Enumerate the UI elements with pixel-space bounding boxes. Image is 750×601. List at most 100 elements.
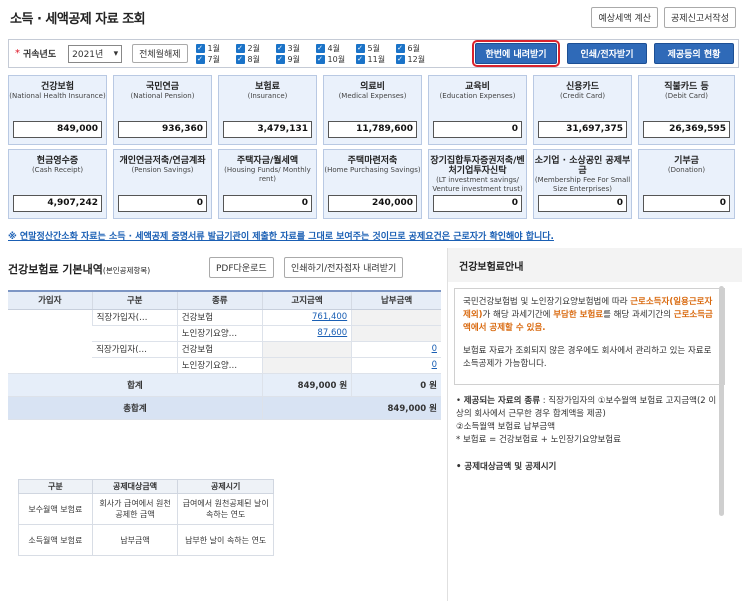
- total-row: 총합계 849,000 원: [8, 396, 441, 420]
- month-checkbox[interactable]: ✓ 4월: [315, 43, 356, 54]
- kind-cell: 건강보험: [176, 341, 263, 358]
- month-checkbox[interactable]: ✓ 3월: [275, 43, 316, 54]
- print-download-button[interactable]: 인쇄하기/전자점자 내려받기: [284, 257, 404, 278]
- checkbox-checked-icon: ✓: [355, 54, 365, 64]
- provision-status-button[interactable]: 제공등의 현황: [654, 43, 734, 64]
- card-name: 개인연금저축/연금계좌: [119, 156, 206, 166]
- billed-link[interactable]: 87,600: [317, 328, 347, 338]
- paid-link[interactable]: 0: [432, 344, 437, 354]
- card-name: 건강보험: [40, 82, 75, 92]
- year-select-value: 2021년: [72, 50, 104, 60]
- notice-text[interactable]: ※ 연말정산간소화 자료는 소득 · 세액공제 증명서류 발급기관이 제출한 자…: [8, 229, 554, 242]
- card-value: 0: [433, 195, 522, 212]
- clear-all-months-button[interactable]: 전체월해제: [132, 44, 188, 63]
- detail-title-text: 건강보험료 기본내역: [8, 263, 103, 276]
- card-value: 3,479,131: [223, 121, 312, 138]
- guide-title: 건강보험료안내: [448, 248, 742, 282]
- card-subtitle: (Membership Fee For Small Size Enterpris…: [534, 176, 631, 193]
- month-checkbox[interactable]: ✓ 7월: [195, 54, 236, 65]
- table-row: 보수월액 보험료 회사가 급여에서 원천공제한 금액 급여에서 원천공제된 날이…: [18, 493, 274, 525]
- card-subtitle: (National Health Insurance): [9, 92, 106, 100]
- month-checkbox[interactable]: ✓ 12월: [395, 54, 436, 65]
- guide-sec2-head: 공제대상금액 및 공제시기: [464, 462, 557, 472]
- deduction-card[interactable]: 교육비 (Education Expenses) 0: [428, 75, 527, 145]
- category-cell: 직장가입자(…: [92, 341, 178, 358]
- deduction-card[interactable]: 개인연금저축/연금계좌 (Pension Savings) 0: [113, 149, 212, 219]
- print-receive-button[interactable]: 인쇄/전자받기: [567, 43, 647, 64]
- guide-table-header: 구분 공제대상금액 공제시기: [18, 479, 274, 494]
- deduction-card[interactable]: 장기집합투자증권저축/벤처기업투자신탁 (LT investment saving…: [428, 149, 527, 219]
- card-name: 주택자금/월세액: [236, 156, 299, 166]
- deduction-card[interactable]: 직불카드 등 (Debit Card) 26,369,595: [638, 75, 735, 145]
- year-select[interactable]: 2021년 ▾: [68, 44, 123, 63]
- deduction-card[interactable]: 소기업 · 소상공인 공제부금 (Membership Fee For Small…: [533, 149, 632, 219]
- card-name: 보험료: [255, 82, 280, 92]
- month-checkbox[interactable]: ✓ 6월: [395, 43, 436, 54]
- card-value: 936,360: [118, 121, 207, 138]
- pdf-download-button[interactable]: PDF다운로드: [209, 257, 274, 278]
- checkbox-checked-icon: ✓: [195, 54, 205, 64]
- checkbox-checked-icon: ✓: [395, 54, 405, 64]
- month-checkbox[interactable]: ✓ 1월: [195, 43, 236, 54]
- deduction-card[interactable]: 기부금 (Donation) 0: [638, 149, 735, 219]
- deduction-card[interactable]: 보험료 (Insurance) 3,479,131: [218, 75, 317, 145]
- checkbox-checked-icon: ✓: [195, 43, 205, 53]
- deduction-card[interactable]: 주택자금/월세액 (Housing Funds/ Monthly rent) 0: [218, 149, 317, 219]
- month-label: 9월: [287, 54, 300, 64]
- card-subtitle: (Home Purchasing Savings): [324, 166, 421, 174]
- guide-sec1-line2: ②소득월액 보험료 납부금액: [456, 422, 556, 432]
- deduction-card[interactable]: 신용카드 (Credit Card) 31,697,375: [533, 75, 632, 145]
- guide-sec1-line1: • 제공되는 자료의 종류 : 직장가입자의 ①보수월액 보험료 고지금액(2 …: [456, 396, 717, 419]
- card-value: 0: [433, 121, 522, 138]
- chevron-down-icon: ▾: [113, 48, 119, 59]
- month-label: 6월: [407, 43, 420, 53]
- deduction-card[interactable]: 주택마련저축 (Home Purchasing Savings) 240,000: [323, 149, 422, 219]
- month-label: 1월: [207, 43, 220, 53]
- deduction-card[interactable]: 의료비 (Medical Expenses) 11,789,600: [323, 75, 422, 145]
- card-value: 849,000: [13, 121, 102, 138]
- category-cell: 직장가입자(…: [91, 309, 178, 326]
- table-row: 소득월액 보험료 납부금액 납부한 날이 속하는 연도: [18, 524, 274, 556]
- write-report-button[interactable]: 공제신고서작성: [664, 7, 736, 28]
- top-button-group: 예상세액 계산 공제신고서작성: [591, 7, 736, 28]
- card-subtitle: (Pension Savings): [131, 166, 194, 174]
- billed-link[interactable]: 761,400: [312, 312, 347, 322]
- month-checkbox[interactable]: ✓ 5월: [355, 43, 396, 54]
- guide-sec1-head: 제공되는 자료의 종류: [463, 396, 541, 406]
- deduction-card[interactable]: 국민연금 (National Pension) 936,360: [113, 75, 212, 145]
- download-all-button[interactable]: 한번에 내려받기: [472, 40, 560, 67]
- deduction-card[interactable]: 건강보험 (National Health Insurance) 849,000: [8, 75, 107, 145]
- guide-col-timing: 공제시기: [177, 479, 274, 494]
- detail-section-title: 건강보험료 기본내역(본인공제항목): [8, 261, 150, 277]
- guide-section-deduction-head: • 공제대상금액 및 공제시기: [456, 462, 557, 472]
- guide-cell: 납부한 날이 속하는 연도: [177, 524, 274, 556]
- guide-text: 를 해당 과세기간의: [603, 310, 674, 320]
- checkbox-checked-icon: ✓: [275, 43, 285, 53]
- card-name: 직불카드 등: [664, 82, 709, 92]
- month-checkbox[interactable]: ✓ 11월: [355, 54, 396, 65]
- required-mark: *: [15, 48, 20, 59]
- card-subtitle: (Medical Expenses): [338, 92, 407, 100]
- card-value: 4,907,242: [13, 195, 102, 212]
- card-value: 0: [223, 195, 312, 212]
- guide-cell: 회사가 급여에서 원천공제한 금액: [91, 493, 179, 525]
- month-checkbox[interactable]: ✓ 9월: [275, 54, 316, 65]
- paid-cell: 0: [351, 357, 441, 374]
- card-value: 240,000: [328, 195, 417, 212]
- kind-cell: 건강보험: [176, 309, 263, 326]
- month-checkbox[interactable]: ✓ 2월: [235, 43, 276, 54]
- month-label: 7월: [207, 54, 220, 64]
- health-insurance-table: 가입자 구분 종류 고지금액 납부금액 직장가입자(… 건강보험 761,400…: [8, 290, 441, 420]
- month-checkbox[interactable]: ✓ 8월: [235, 54, 276, 65]
- paid-link[interactable]: 0: [432, 360, 437, 370]
- col-billed: 고지금액: [261, 290, 352, 310]
- card-name: 교육비: [465, 82, 490, 92]
- estimate-tax-button[interactable]: 예상세액 계산: [591, 7, 659, 28]
- month-checkbox[interactable]: ✓ 10월: [315, 54, 356, 65]
- deduction-card[interactable]: 현금영수증 (Cash Receipt) 4,907,242: [8, 149, 107, 219]
- card-value: 0: [538, 195, 627, 212]
- checkbox-checked-icon: ✓: [355, 43, 365, 53]
- category-cell: [92, 357, 178, 374]
- card-name: 주택마련저축: [347, 156, 398, 166]
- card-subtitle: (Cash Receipt): [31, 166, 84, 174]
